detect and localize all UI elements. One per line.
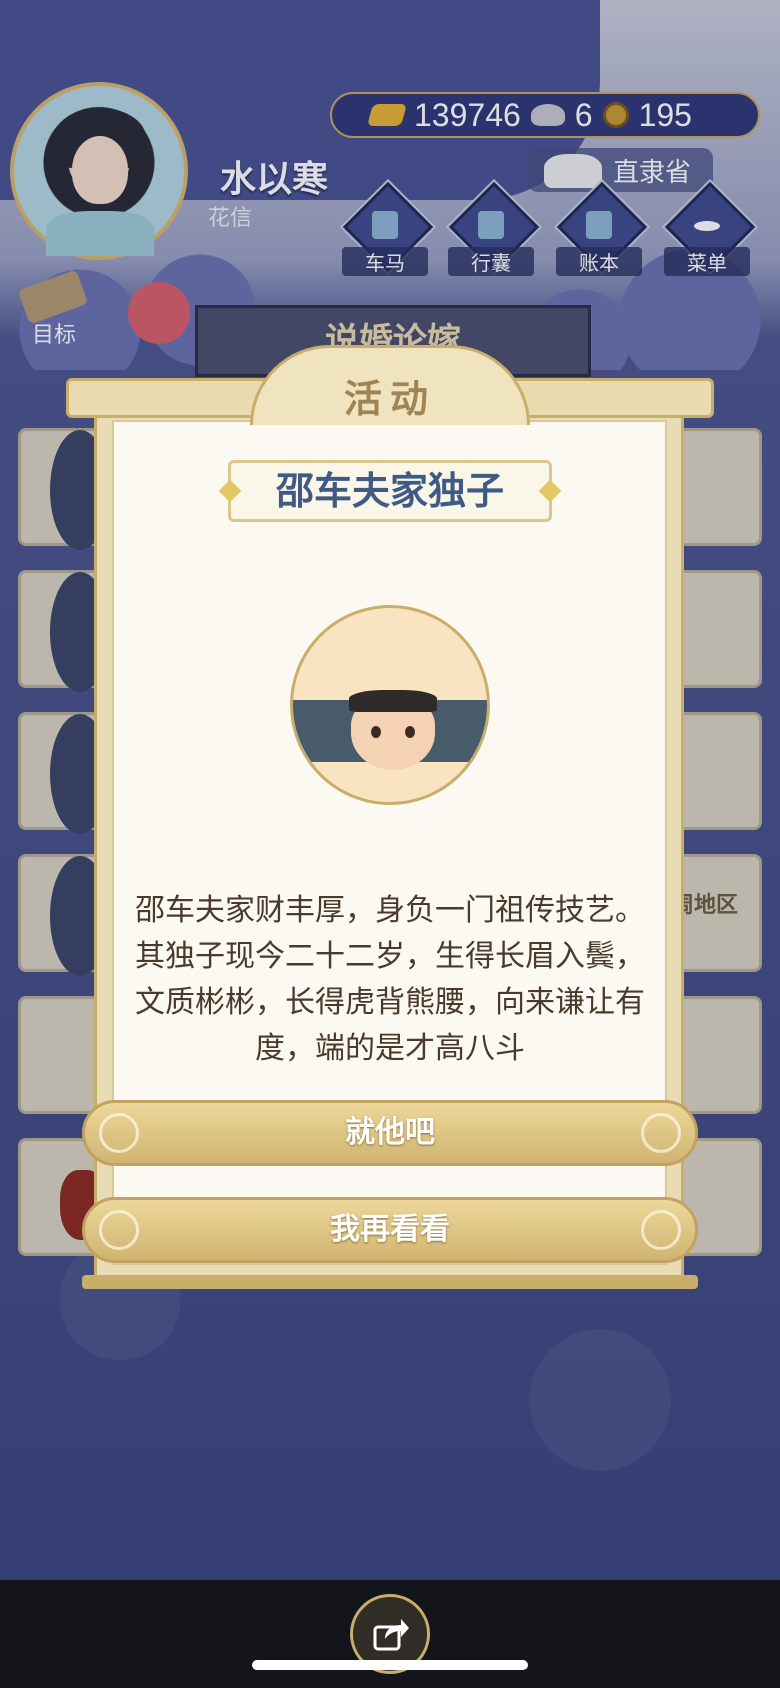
portrait-hair [349,690,437,712]
decline-label: 我再看看 [330,1212,450,1247]
share-icon [373,1619,409,1651]
cloud-ornament-icon [99,1113,139,1153]
cloud-ornament-icon [641,1210,681,1250]
cloud-ornament-icon [641,1113,681,1153]
candidate-name: 邵车夫家独子 [275,469,504,513]
eye-icon [371,726,381,738]
accept-label: 就他吧 [345,1115,435,1150]
candidate-portrait [290,605,490,805]
dialog-base [82,1275,698,1289]
candidate-name-plate: 邵车夫家独子 [218,460,562,522]
eye-icon [405,726,415,738]
home-indicator [252,1660,528,1670]
accept-button[interactable]: 就他吧 [82,1100,698,1166]
candidate-description: 邵车夫家财丰厚，身负一门祖传技艺。其独子现今二十二岁，生得长眉入鬓，文质彬彬，长… [135,893,645,1066]
dialog-title: 活动 [343,377,436,421]
cloud-ornament-icon [99,1210,139,1250]
decline-button[interactable]: 我再看看 [82,1197,698,1263]
